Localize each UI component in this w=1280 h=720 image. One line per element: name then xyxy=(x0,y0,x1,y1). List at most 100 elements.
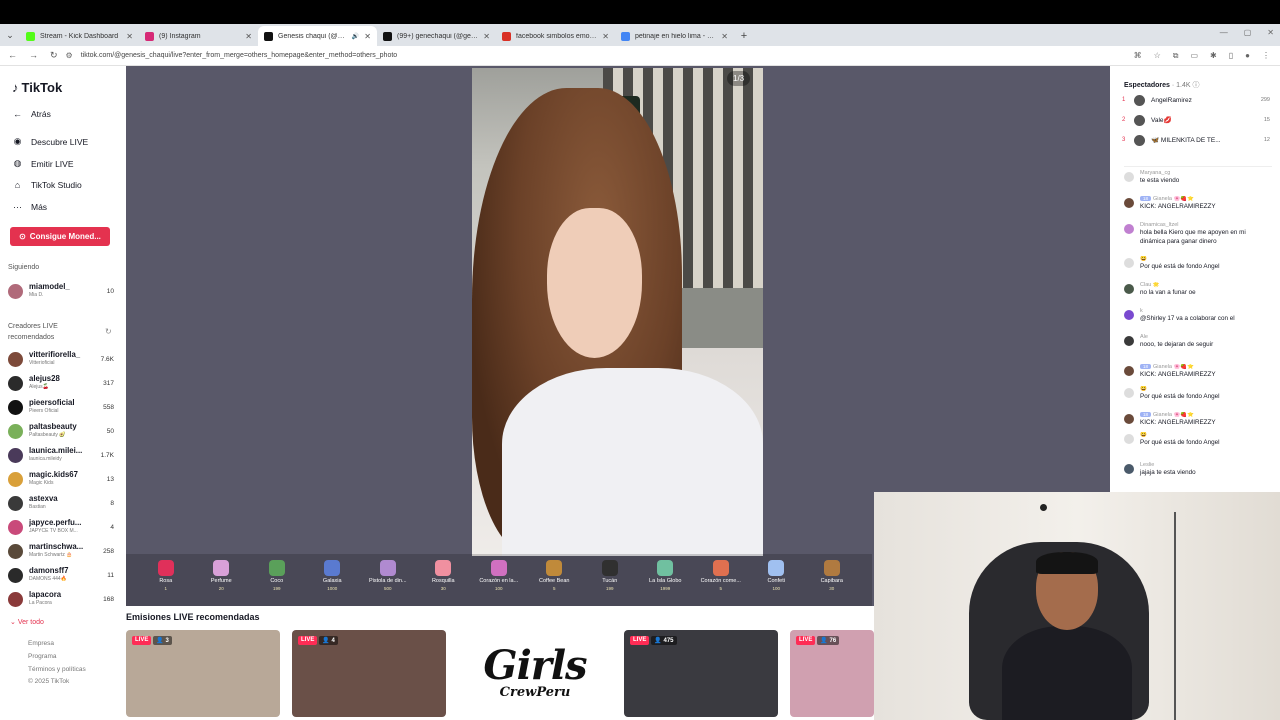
live-stream-card[interactable]: LIVE 👤 4 xyxy=(292,630,446,717)
gift-item[interactable]: Coco 199 xyxy=(249,560,305,606)
back-arrow-icon[interactable]: ← xyxy=(8,50,17,61)
gift-item[interactable]: La Isla Globo 1999 xyxy=(638,560,694,606)
gift-item[interactable]: Tucán 199 xyxy=(582,560,638,606)
bookmark-star-icon[interactable]: ☆ xyxy=(1154,51,1161,61)
gift-item[interactable]: Coffee Bean 5 xyxy=(527,560,583,606)
top-viewer-row[interactable]: 2 Vale💋 15 xyxy=(1122,111,1270,129)
browser-tab[interactable]: (99+) genechaqui (@genechaqu ✕ xyxy=(377,26,496,46)
profile-avatar-icon[interactable]: ● xyxy=(1245,51,1250,61)
gift-item[interactable]: Corazón en la... 100 xyxy=(471,560,527,606)
sidebar-creator-item[interactable]: vitterifiorella_ Vitterioficial 7.6K xyxy=(8,348,114,370)
close-tab-icon[interactable]: ✕ xyxy=(126,32,133,41)
live-photo[interactable] xyxy=(472,68,763,556)
cast-icon[interactable]: ▭ xyxy=(1190,51,1198,61)
sidebar-creator-item[interactable]: miamodel_ Mia D. 10 xyxy=(8,280,114,302)
gift-item[interactable]: Pistola de din... 500 xyxy=(360,560,416,606)
gift-item[interactable]: Rosa 1 xyxy=(138,560,194,606)
browser-tab[interactable]: facebook simbolos emoticonos ✕ xyxy=(496,26,615,46)
sidebar-creator-item[interactable]: magic.kids67 Magic Kids 13 xyxy=(8,468,114,490)
chat-message[interactable]: k @Shirley 17 va a colaborar con el xyxy=(1124,308,1272,323)
gift-price: 199 xyxy=(272,586,281,591)
sidebar-creator-item[interactable]: launica.milei... launica.mileidy 1.7K xyxy=(8,444,114,466)
gift-icon xyxy=(379,560,396,576)
footer-company-link[interactable]: Empresa xyxy=(28,640,54,647)
get-coins-button[interactable]: ⊙ Consigue Moned... xyxy=(10,227,110,246)
chat-message[interactable]: Clau 🌟 no la van a funar oe xyxy=(1124,282,1272,297)
chat-message[interactable]: Ale nooo, te dejaran de seguir xyxy=(1124,334,1272,349)
tab-search-chevron-icon[interactable]: ⌄ xyxy=(0,24,20,46)
close-tab-icon[interactable]: ✕ xyxy=(483,32,490,41)
close-tab-icon[interactable]: ✕ xyxy=(602,32,609,41)
sidebar-creator-item[interactable]: japyce.perfu... JAPYCE TV BOX M... 4 xyxy=(8,516,114,538)
back-link[interactable]: ← Atrás xyxy=(12,109,51,119)
nav-tiktok-studio[interactable]: ⌂ TikTok Studio xyxy=(12,180,82,190)
forward-arrow-icon[interactable]: → xyxy=(29,50,38,61)
close-window-icon[interactable]: ✕ xyxy=(1267,28,1274,37)
sidebar-creator-item[interactable]: alejus28 Alejus🍒 317 xyxy=(8,372,114,394)
browser-tab[interactable]: petinaje en hielo lima - Buscar ✕ xyxy=(615,26,734,46)
chat-message[interactable]: Leslie jajaja te esta viendo xyxy=(1124,462,1272,477)
browser-tab[interactable]: Genesis chaqui (@genesis_c 🔊 ✕ xyxy=(258,26,377,46)
chat-message[interactable]: 18 Gianela 🌸🍓⭐ KICK: ANGELRAMIREZZY xyxy=(1124,412,1272,427)
chat-message[interactable]: 18 Gianela 🌸🍓⭐ KICK: ANGELRAMIREZZY xyxy=(1124,364,1272,379)
chat-message[interactable]: Dinamicas_ltzel hola bella Kiero que me a… xyxy=(1124,222,1272,246)
browser-tab[interactable]: Stream - Kick Dashboard ✕ xyxy=(20,26,139,46)
sidebar-creator-item[interactable]: astexva Bastian 8 xyxy=(8,492,114,514)
close-tab-icon[interactable]: ✕ xyxy=(245,32,252,41)
gift-item[interactable]: Panda xyxy=(860,560,873,606)
new-tab-button[interactable]: + xyxy=(734,26,754,46)
gift-item[interactable]: Perfume 20 xyxy=(194,560,250,606)
nav-broadcast-live[interactable]: ◍ Emitir LIVE xyxy=(12,158,74,169)
live-stream-card[interactable]: LIVE 👤 475 xyxy=(624,630,778,717)
nav-more[interactable]: ··· Más xyxy=(12,202,47,212)
viewer-count: 258 xyxy=(103,547,114,555)
gift-item[interactable]: Capibara 30 xyxy=(804,560,860,606)
top-viewer-row[interactable]: 1 AngelRamirez 299 xyxy=(1122,91,1270,109)
refresh-icon[interactable]: ↻ xyxy=(105,327,112,336)
close-tab-icon[interactable]: ✕ xyxy=(364,32,371,41)
avatar xyxy=(8,591,23,607)
sidebar-creator-item[interactable]: paltasbeauty Paltasbeauty 🥑 50 xyxy=(8,420,114,442)
sidebar-creator-item[interactable]: lapacora La Pacora 168 xyxy=(8,588,114,610)
nav-discover-live[interactable]: ◉ Descubre LIVE xyxy=(12,136,89,147)
footer-terms-link[interactable]: Términos y políticas xyxy=(28,666,86,673)
footer-program-link[interactable]: Programa xyxy=(28,653,57,660)
live-stream-card[interactable]: Girls CrewPeru xyxy=(458,630,612,717)
close-tab-icon[interactable]: ✕ xyxy=(721,32,728,41)
user-level-badge: 18 xyxy=(1140,364,1152,369)
top-viewer-row[interactable]: 3 🦋 MILENKITA DE TE... 12 xyxy=(1122,131,1270,149)
see-all-link[interactable]: ⌄ Ver todo xyxy=(10,618,44,626)
browser-tab[interactable]: (9) Instagram ✕ xyxy=(139,26,258,46)
sidebar-creator-item[interactable]: damonsff7 DAMONS 444🔥 11 xyxy=(8,564,114,586)
sidebar-creator-item[interactable]: martinschwa... Martin Schwartz 🎂 258 xyxy=(8,540,114,562)
gift-item[interactable]: Confeti 100 xyxy=(749,560,805,606)
tab-favicon-icon xyxy=(264,31,273,41)
chat-message[interactable]: Maryana_cg te esta viendo xyxy=(1124,170,1272,185)
live-stream-card[interactable]: LIVE 👤 76 xyxy=(790,630,874,717)
minimize-icon[interactable]: — xyxy=(1220,28,1228,37)
gift-item[interactable]: Corazón come... 5 xyxy=(693,560,749,606)
address-bar: ← → ↻ ⚙ tiktok.com/@genesis_chaqui/live?… xyxy=(0,46,1280,66)
puzzle-icon[interactable]: ✱ xyxy=(1210,51,1217,61)
translate-icon[interactable]: ⌘ xyxy=(1134,51,1142,61)
menu-dots-icon[interactable]: ⋮ xyxy=(1262,51,1270,61)
sidebar-icon[interactable]: ▯ xyxy=(1229,51,1233,61)
extension-icon[interactable]: ⧉ xyxy=(1173,51,1179,61)
maximize-icon[interactable]: ▢ xyxy=(1244,28,1252,37)
sidebar-creator-item[interactable]: pieersoficial Pieers Oficial 558 xyxy=(8,396,114,418)
chat-message[interactable]: 😀 Por qué está de fondo Angel xyxy=(1124,432,1272,447)
chat-message[interactable]: 😀 Por qué está de fondo Angel xyxy=(1124,386,1272,401)
chat-message[interactable]: 18 Gianela 🌸🍓⭐ KICK: ANGELRAMIREZZY xyxy=(1124,196,1272,211)
tiktok-logo[interactable]: ♪ TikTok xyxy=(12,80,62,95)
url-field[interactable]: tiktok.com/@genesis_chaqui/live?enter_fr… xyxy=(81,52,1134,59)
more-icon: ··· xyxy=(13,202,22,212)
viewers-header[interactable]: Espectadores · 1.4K ⓘ xyxy=(1124,80,1200,90)
tab-audio-icon[interactable]: 🔊 xyxy=(352,33,359,40)
reload-icon[interactable]: ↻ xyxy=(50,50,58,61)
creator-name-block: astexva Bastian xyxy=(29,495,106,511)
chat-message[interactable]: 😀 Por qué está de fondo Angel xyxy=(1124,256,1272,271)
site-info-icon[interactable]: ⚙ xyxy=(66,51,73,60)
gift-item[interactable]: Galaxia 1000 xyxy=(305,560,361,606)
gift-item[interactable]: Rosquilla 30 xyxy=(416,560,472,606)
live-stream-card[interactable]: LIVE 👤 3 xyxy=(126,630,280,717)
